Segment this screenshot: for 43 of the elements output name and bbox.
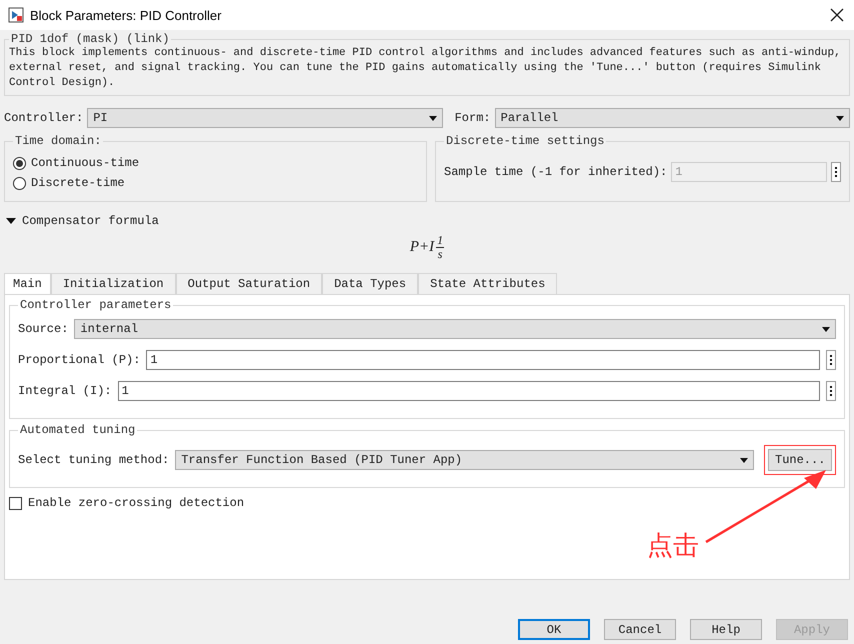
checkbox-label: Enable zero-crossing detection [28, 496, 244, 510]
more-options-icon[interactable] [826, 350, 836, 370]
group-title: Time domain: [14, 134, 102, 148]
source-dropdown[interactable]: internal [74, 319, 836, 339]
field-label: Source: [18, 322, 68, 336]
tab[interactable]: Initialization [50, 273, 176, 294]
form-dropdown[interactable]: Parallel [494, 108, 850, 128]
tab[interactable]: State Attributes [418, 273, 558, 294]
dialog-button[interactable]: Help [690, 619, 762, 640]
controller-dropdown[interactable]: PI [87, 108, 443, 128]
field-label: Proportional (P): [18, 353, 140, 367]
app-icon [8, 7, 24, 23]
annotation-text: 点击 [647, 530, 699, 563]
radio-label: Continuous-time [31, 156, 140, 170]
group-title: Controller parameters [19, 298, 172, 312]
dialog-button[interactable]: OK [518, 619, 590, 640]
tab[interactable]: Data Types [322, 273, 418, 294]
radio-button[interactable] [13, 156, 26, 170]
window-title: Block Parameters: PID Controller [30, 8, 222, 22]
input-field[interactable]: 1 [146, 350, 820, 370]
more-options-icon[interactable] [831, 162, 841, 182]
tab[interactable]: Main [4, 273, 51, 294]
radio-button[interactable] [13, 176, 26, 190]
close-icon[interactable] [830, 8, 844, 22]
field-label: Integral (I): [18, 384, 112, 398]
field-label: Select tuning method: [18, 453, 170, 467]
group-title: Automated tuning [19, 423, 136, 437]
tab[interactable]: Output Saturation [176, 273, 322, 294]
group-title: PID 1dof (mask) (link) [10, 32, 170, 46]
field-label: Form: [454, 111, 491, 125]
field-label: Sample time (-1 for inherited): [444, 165, 668, 179]
dialog-button[interactable]: Cancel [604, 619, 676, 640]
checkbox[interactable] [9, 496, 22, 510]
tune-button[interactable]: Tune... [768, 449, 832, 471]
tuning-method-dropdown[interactable]: Transfer Function Based (PID Tuner App) [175, 450, 754, 470]
group-title: Discrete-time settings [445, 134, 606, 148]
expand-triangle-icon[interactable] [6, 217, 16, 225]
more-options-icon[interactable] [826, 381, 836, 401]
input-field[interactable]: 1 [118, 381, 820, 401]
radio-label: Discrete-time [31, 176, 125, 190]
section-label: Compensator formula [22, 214, 159, 228]
field-label: Controller: [4, 111, 84, 125]
description-text: This block implements continuous- and discrete-time PID control algorithms and includes advanced features such as anti-windup, external reset, and signal tracking. You can tune the PID gains automatically using the 'Tune...' button (requires Simulink Control Design). [9, 46, 842, 91]
